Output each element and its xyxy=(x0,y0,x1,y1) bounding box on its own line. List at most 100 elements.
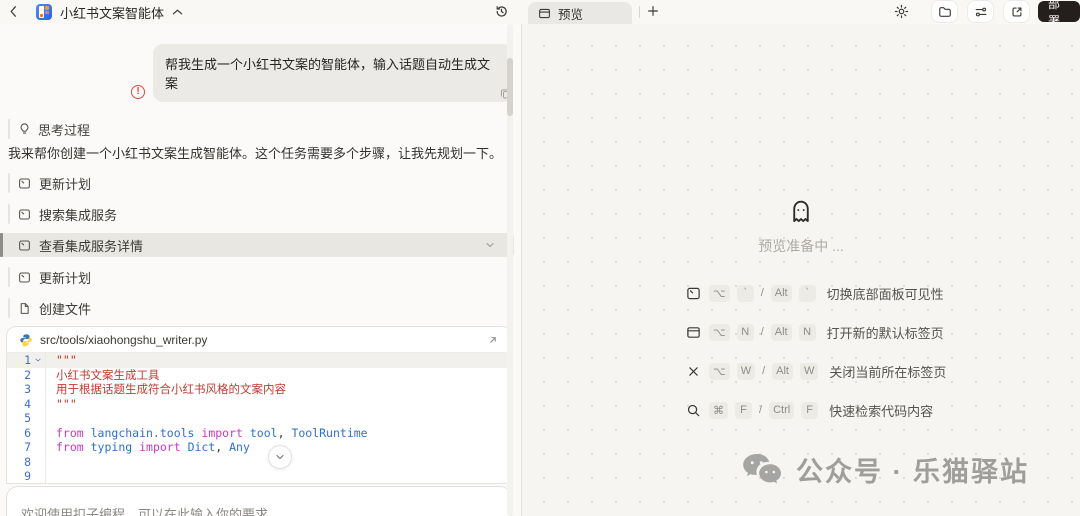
code-editor[interactable]: 1 """ 2 小红书文案生成工具 3 用于根据话题生成符合小红书风格的文案内容 4 "… xyxy=(7,353,511,483)
terminal-icon xyxy=(685,286,702,301)
watermark: 公众号 · 乐猫驿站 xyxy=(740,450,1029,489)
open-external-button[interactable] xyxy=(1004,1,1029,22)
collapse-code-button[interactable] xyxy=(268,445,292,469)
ghost-icon xyxy=(522,198,1080,226)
user-message-bubble: 帮我生成一个小红书文案的智能体，输入话题自动生成文案 xyxy=(153,44,513,102)
shortcut-row: ⌥ ` / Alt ` 切换底部面板可见性 xyxy=(685,284,946,302)
task-item-create-file[interactable]: 创建文件 xyxy=(0,298,91,318)
keycap: ⌥ xyxy=(709,284,730,302)
code-line: 2 小红书文案生成工具 xyxy=(7,367,511,382)
keycap: Alt xyxy=(772,362,793,380)
terminal-icon xyxy=(19,240,30,250)
code-line: 6 from langchain.tools import tool, ToolR… xyxy=(7,425,511,440)
history-icon xyxy=(496,6,507,17)
scrollbar-thumb[interactable] xyxy=(507,58,513,116)
code-line: 9 xyxy=(7,469,511,483)
file-icon xyxy=(20,302,29,314)
lightbulb-icon xyxy=(20,123,29,134)
task-item-update-plan-2[interactable]: 更新计划 xyxy=(0,267,91,287)
key-separator: / xyxy=(760,326,764,338)
files-button[interactable] xyxy=(932,1,957,22)
code-filename: src/tools/xiaohongshu_writer.py xyxy=(40,332,208,347)
settings-button[interactable] xyxy=(968,1,993,22)
assistant-text: 我来帮你创建一个小红书文案生成智能体。这个任务需要多个步骤，让我先规划一下。 xyxy=(8,146,503,161)
chevron-down-icon[interactable] xyxy=(484,239,496,251)
sliders-icon xyxy=(975,7,986,16)
wechat-icon xyxy=(743,453,781,484)
keycap: Alt xyxy=(770,284,792,302)
tab-label: 预览 xyxy=(558,7,584,22)
python-icon xyxy=(20,333,32,347)
preview-panel: 预览准备中 ... ⌥ ` / Alt ` 切换底部面板可见性 ⌥ N / Al… xyxy=(521,24,1080,516)
code-panel: src/tools/xiaohongshu_writer.py 1 """ 2 小红… xyxy=(6,326,512,484)
code-line: 7 from typing import Dict, Any xyxy=(7,440,511,455)
chat-panel: ! 帮我生成一个小红书文案的智能体，输入话题自动生成文案 思考过程 我来帮你创建… xyxy=(0,24,520,516)
key-separator: / xyxy=(762,365,766,377)
user-message-row: ! 帮我生成一个小红书文案的智能体，输入话题自动生成文案 xyxy=(131,44,513,102)
task-item-search-integrations[interactable]: 搜索集成服务 xyxy=(0,204,117,224)
page-title[interactable]: 小红书文案智能体 xyxy=(60,0,164,24)
thinking-label: 思考过程 xyxy=(38,122,91,138)
code-line: 8 xyxy=(7,454,511,469)
shortcut-label: 关闭当前所在标签页 xyxy=(829,364,947,380)
tab-preview[interactable]: 预览 xyxy=(528,2,632,24)
keycap: ⌘ xyxy=(709,401,728,419)
history-button[interactable] xyxy=(494,4,509,19)
sun-icon xyxy=(894,4,909,19)
thinking-toggle[interactable]: 思考过程 xyxy=(8,119,90,139)
chevron-down-icon xyxy=(276,455,284,459)
shortcut-row: ⌥ N / Alt N 打开新的默认标签页 xyxy=(685,323,946,341)
keycap: F xyxy=(735,401,752,419)
keycap: ` xyxy=(798,284,816,302)
keycap: ` xyxy=(736,284,754,302)
code-line: 5 xyxy=(7,411,511,426)
new-tab-button[interactable] xyxy=(646,4,660,18)
task-label: 更新计划 xyxy=(39,176,92,192)
warning-icon: ! xyxy=(131,85,145,99)
folder-icon xyxy=(938,6,951,17)
back-button[interactable] xyxy=(6,4,21,19)
shortcut-label: 打开新的默认标签页 xyxy=(826,325,944,341)
window-icon xyxy=(685,325,702,340)
close-icon xyxy=(685,365,702,378)
external-link-icon xyxy=(1011,6,1022,17)
task-label: 更新计划 xyxy=(39,270,92,286)
keycap: ⌥ xyxy=(709,362,730,380)
keycap: W xyxy=(736,362,756,380)
shortcut-help: ⌥ ` / Alt ` 切换底部面板可见性 ⌥ N / Alt N 打开新的默认… xyxy=(685,284,946,440)
task-item-update-plan-1[interactable]: 更新计划 xyxy=(0,173,91,193)
keycap: N xyxy=(736,323,754,341)
expand-icon[interactable] xyxy=(487,334,499,346)
task-label: 查看集成服务详情 xyxy=(39,238,144,254)
preview-status: 预览准备中 ... xyxy=(758,238,844,254)
plus-icon xyxy=(648,6,658,16)
terminal-icon xyxy=(19,209,30,219)
key-separator: / xyxy=(760,287,764,299)
keycap: F xyxy=(801,401,819,419)
task-item-view-integration-details[interactable]: 查看集成服务详情 xyxy=(0,233,514,257)
fold-chevron-icon[interactable] xyxy=(31,356,45,364)
chat-input[interactable] xyxy=(6,486,512,516)
keycap: W xyxy=(799,362,819,380)
task-label: 创建文件 xyxy=(39,301,92,317)
shortcut-label: 快速检索代码内容 xyxy=(829,403,934,419)
keycap: N xyxy=(798,323,816,341)
search-icon xyxy=(685,403,702,418)
topbar: 小红书文案智能体 预览 部署 xyxy=(0,0,1080,28)
deploy-button[interactable]: 部署 xyxy=(1038,0,1080,28)
key-separator: / xyxy=(759,404,763,416)
keycap: Ctrl xyxy=(769,401,795,419)
keycap: ⌥ xyxy=(709,323,730,341)
theme-toggle-button[interactable] xyxy=(894,4,909,19)
chevron-up-icon[interactable] xyxy=(172,8,183,16)
chevron-left-icon xyxy=(10,6,16,17)
shortcut-row: ⌥ W / Alt W 关闭当前所在标签页 xyxy=(685,362,946,380)
divider xyxy=(639,6,640,18)
terminal-icon xyxy=(19,178,30,188)
code-line: 4 """ xyxy=(7,396,511,411)
keycap: Alt xyxy=(770,323,792,341)
shortcut-row: ⌘ F / Ctrl F 快速检索代码内容 xyxy=(685,401,946,419)
code-line: 3 用于根据话题生成符合小红书风格的文案内容 xyxy=(7,382,511,397)
task-label: 搜索集成服务 xyxy=(39,207,118,223)
terminal-icon xyxy=(19,272,30,282)
